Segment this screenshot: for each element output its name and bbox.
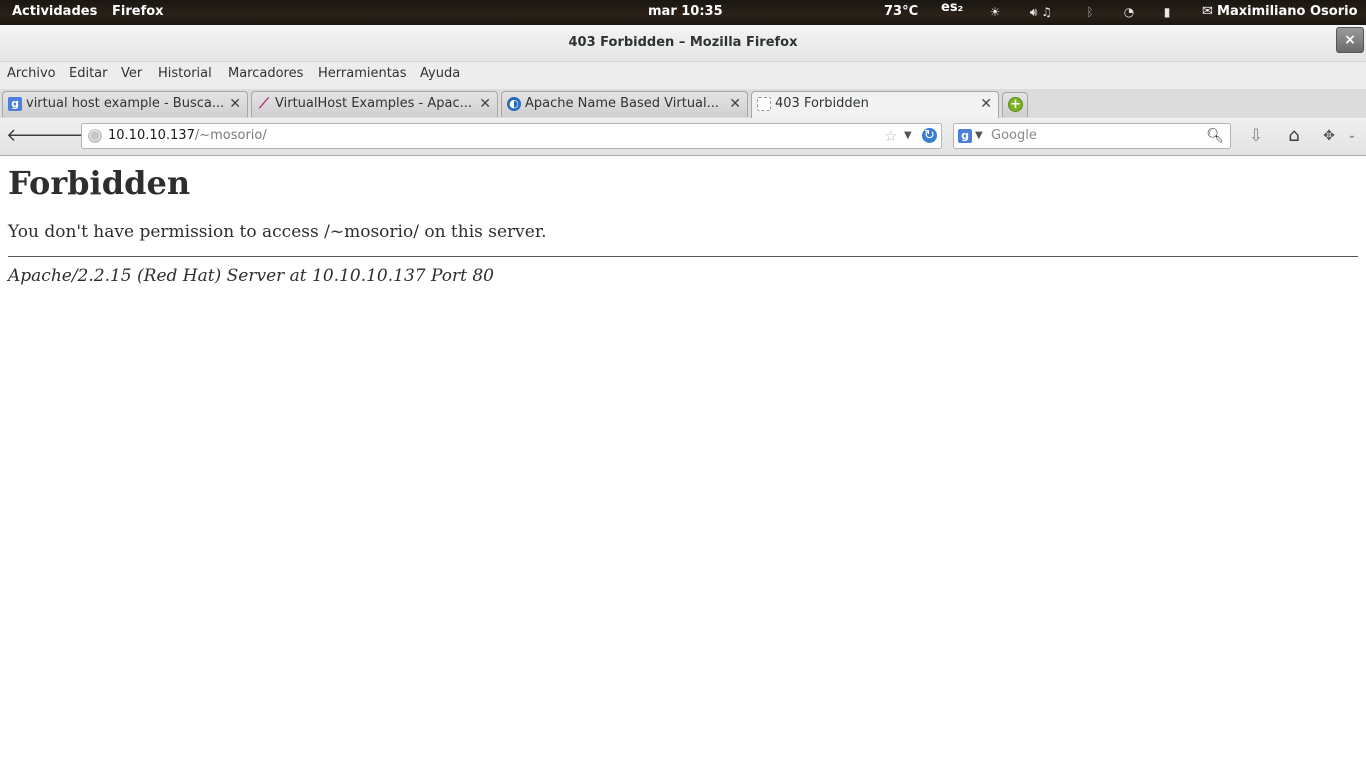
tab-label: VirtualHost Examples - Apac... xyxy=(275,96,472,111)
tab-virtual-host-search[interactable]: g virtual host example - Busca... ✕ xyxy=(2,91,248,117)
user-chat-icon: ✉ xyxy=(1202,4,1218,19)
menu-ayuda[interactable]: Ayuda xyxy=(420,62,460,89)
google-icon: g xyxy=(8,97,22,111)
plus-icon: + xyxy=(1008,97,1023,112)
new-tab-button[interactable]: + xyxy=(1002,92,1028,117)
activities-button[interactable]: Actividades xyxy=(12,0,97,25)
search-input[interactable]: Google xyxy=(991,124,1037,148)
url-host: 10.10.10.137 xyxy=(108,128,195,143)
download-arrow-icon: ⇩ xyxy=(1248,126,1264,146)
home-icon: ⌂ xyxy=(1288,125,1300,146)
window-title-bar: 403 Forbidden – Mozilla Firefox × xyxy=(0,25,1366,62)
addon-dropdown-button[interactable]: ⌄ xyxy=(1342,124,1362,148)
window-close-button[interactable]: × xyxy=(1336,27,1364,53)
clock[interactable]: mar 10:35 xyxy=(648,0,723,25)
tab-apache-name-based[interactable]: ◐ Apache Name Based Virtual... ✕ xyxy=(501,91,748,117)
tab-strip: g virtual host example - Busca... ✕ ⟋ Vi… xyxy=(0,89,1366,119)
search-magnifier-icon[interactable]: 🔍︎ xyxy=(1206,124,1224,148)
page-content: Forbidden You don't have permission to a… xyxy=(0,156,1366,768)
tab-close-icon[interactable]: ✕ xyxy=(229,92,241,116)
url-bar[interactable]: ◯ 10.10.10.137/~mosorio/ ☆ ▼ ↻ xyxy=(81,123,942,149)
menu-marcadores[interactable]: Marcadores xyxy=(228,62,303,89)
blank-page-icon xyxy=(757,97,771,111)
tab-close-icon[interactable]: ✕ xyxy=(980,92,992,116)
tab-close-icon[interactable]: ✕ xyxy=(729,92,741,116)
reload-icon[interactable]: ↻ xyxy=(922,128,937,143)
menu-historial[interactable]: Historial xyxy=(158,62,212,89)
google-search-engine-icon[interactable]: g xyxy=(958,129,972,143)
search-engine-dropdown-icon[interactable]: ▼ xyxy=(975,124,983,148)
window-title: 403 Forbidden – Mozilla Firefox xyxy=(568,35,798,50)
apache-feather-icon: ⟋ xyxy=(259,96,269,112)
user-menu[interactable]: ✉ Maximiliano Osorio xyxy=(1202,0,1358,25)
wifi-icon[interactable]: ◔ xyxy=(1120,4,1138,20)
chevron-down-icon: ⌄ xyxy=(1347,130,1357,141)
system-top-bar: Actividades Firefox mar 10:35 73°C es₂ ☀… xyxy=(0,0,1366,25)
site-icon: ◐ xyxy=(507,97,521,111)
tab-label: 403 Forbidden xyxy=(775,96,869,111)
server-signature: Apache/2.2.15 (Red Hat) Server at 10.10.… xyxy=(8,266,494,286)
downloads-button[interactable]: ⇩ xyxy=(1243,124,1269,148)
tab-label: virtual host example - Busca... xyxy=(26,96,223,111)
error-message: You don't have permission to access /~mo… xyxy=(8,222,547,242)
tab-label: Apache Name Based Virtual... xyxy=(525,96,720,111)
url-history-dropdown-icon[interactable]: ▼ xyxy=(904,124,912,148)
volume-headphones-icon[interactable]: 🔊︎ ♫ xyxy=(1024,4,1058,20)
navigation-toolbar: 🡐 🡒 ◯ 10.10.10.137/~mosorio/ ☆ ▼ ↻ g ▼ G… xyxy=(0,118,1366,156)
bluetooth-icon[interactable]: ᛒ xyxy=(1082,4,1098,20)
addon-toolbar-button[interactable]: ✥ xyxy=(1316,124,1342,148)
url-text[interactable]: 10.10.10.137/~mosorio/ xyxy=(108,124,267,148)
tab-403-forbidden[interactable]: 403 Forbidden ✕ xyxy=(751,91,999,118)
forward-button[interactable]: 🡒 xyxy=(42,124,90,148)
puzzle-icon: ✥ xyxy=(1323,128,1335,144)
menu-ver[interactable]: Ver xyxy=(121,62,142,89)
bookmark-star-icon[interactable]: ☆ xyxy=(884,124,897,148)
page-heading: Forbidden xyxy=(8,164,191,202)
temperature-indicator[interactable]: 73°C xyxy=(884,0,918,25)
back-button[interactable]: 🡐 xyxy=(6,124,54,148)
menu-herramientas[interactable]: Herramientas xyxy=(318,62,407,89)
url-path: /~mosorio/ xyxy=(194,128,267,143)
tab-virtualhost-examples[interactable]: ⟋ VirtualHost Examples - Apac... ✕ xyxy=(251,91,498,117)
menu-bar: Archivo Editar Ver Historial Marcadores … xyxy=(0,62,1366,89)
battery-icon[interactable]: ▮ xyxy=(1160,4,1174,20)
search-bar[interactable]: g ▼ Google 🔍︎ xyxy=(953,123,1231,149)
user-name: Maximiliano Osorio xyxy=(1217,4,1358,19)
divider xyxy=(8,256,1358,257)
tab-close-icon[interactable]: ✕ xyxy=(479,92,491,116)
keyboard-layout-indicator[interactable]: es₂ xyxy=(941,0,963,21)
home-button[interactable]: ⌂ xyxy=(1281,124,1307,148)
brightness-icon[interactable]: ☀ xyxy=(986,4,1004,20)
menu-archivo[interactable]: Archivo xyxy=(7,62,56,89)
menu-editar[interactable]: Editar xyxy=(69,62,108,89)
site-identity-icon[interactable]: ◯ xyxy=(88,129,102,143)
app-menu[interactable]: Firefox xyxy=(112,0,164,25)
